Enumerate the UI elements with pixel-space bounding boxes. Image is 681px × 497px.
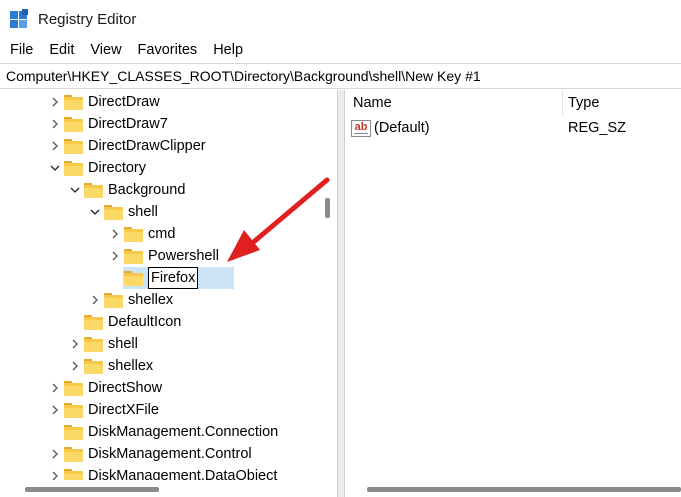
tree-item[interactable]: Powershell — [108, 245, 219, 267]
tree-item-label: Background — [108, 182, 186, 198]
menu-edit[interactable]: Edit — [41, 42, 82, 58]
address-path: Computer\HKEY_CLASSES_ROOT\Directory\Bac… — [6, 68, 481, 84]
folder-icon — [124, 248, 143, 264]
menu-favorites[interactable]: Favorites — [130, 42, 206, 58]
chevron-right-icon[interactable] — [88, 293, 102, 307]
folder-icon — [64, 424, 83, 440]
tree-item-label: shellex — [108, 358, 154, 374]
folder-icon — [84, 336, 103, 352]
chevron-right-icon[interactable] — [48, 95, 62, 109]
value-name: (Default) — [374, 120, 430, 136]
tree-item-label: DirectDrawClipper — [88, 138, 206, 154]
chevron-placeholder — [108, 271, 122, 285]
tree-item-label: cmd — [148, 226, 176, 242]
chevron-right-icon[interactable] — [68, 359, 82, 373]
folder-icon — [124, 226, 143, 242]
menu-bar: File Edit View Favorites Help — [0, 38, 681, 62]
folder-icon — [104, 204, 123, 220]
folder-icon — [84, 182, 103, 198]
pane-splitter[interactable] — [337, 90, 345, 497]
window-title: Registry Editor — [38, 10, 137, 28]
tree-item[interactable]: Directory — [48, 157, 146, 179]
chevron-down-icon[interactable] — [68, 183, 82, 197]
tree-item[interactable]: DiskManagement.Connection — [48, 421, 278, 443]
tree-item-label: shellex — [128, 292, 174, 308]
chevron-down-icon[interactable] — [88, 205, 102, 219]
tree-item[interactable]: DirectXFile — [48, 399, 159, 421]
tree-item[interactable]: shell — [68, 333, 138, 355]
tree-item[interactable]: shellex — [68, 355, 153, 377]
folder-icon — [84, 314, 103, 330]
chevron-right-icon[interactable] — [48, 447, 62, 461]
tree-item-label: shell — [128, 204, 158, 220]
rename-key-input[interactable]: Firefox — [148, 267, 199, 289]
folder-icon — [64, 160, 83, 176]
folder-icon — [64, 380, 83, 396]
string-value-icon: ab — [351, 119, 371, 137]
folder-icon — [64, 402, 83, 418]
list-horizontal-scroll-thumb[interactable] — [367, 487, 681, 492]
chevron-right-icon[interactable] — [108, 227, 122, 241]
tree-item-label: Directory — [88, 160, 147, 176]
folder-icon — [64, 116, 83, 132]
chevron-right-icon[interactable] — [48, 403, 62, 417]
tree-item-label: DiskManagement.Control — [88, 446, 252, 462]
tree-item-label: shell — [108, 336, 138, 352]
chevron-right-icon[interactable] — [108, 249, 122, 263]
folder-icon — [64, 138, 83, 154]
folder-icon — [64, 446, 83, 462]
folder-icon — [124, 270, 143, 286]
tree-item[interactable]: shellex — [88, 289, 173, 311]
tree-item-label: DirectXFile — [88, 402, 159, 418]
column-header-name[interactable]: Name — [353, 90, 392, 116]
chevron-right-icon[interactable] — [48, 117, 62, 131]
value-type-cell: REG_SZ — [568, 117, 626, 139]
title-bar: Registry Editor — [0, 0, 681, 38]
menu-view[interactable]: View — [82, 42, 129, 58]
tree-item[interactable]: cmd — [108, 223, 175, 245]
folder-icon — [84, 358, 103, 374]
tree-item[interactable]: DirectDraw7 — [48, 113, 168, 135]
tree-horizontal-scroll-thumb[interactable] — [25, 487, 159, 492]
chevron-right-icon[interactable] — [48, 139, 62, 153]
tree-item[interactable]: DefaultIcon — [68, 311, 181, 333]
tree-vertical-scrollbar[interactable] — [318, 90, 336, 485]
folder-icon — [64, 94, 83, 110]
value-type: REG_SZ — [568, 120, 627, 136]
tree-item-label: DirectDraw7 — [88, 116, 168, 132]
address-bar[interactable]: Computer\HKEY_CLASSES_ROOT\Directory\Bac… — [0, 63, 681, 89]
menu-file[interactable]: File — [2, 42, 41, 58]
tree-item[interactable]: Background — [68, 179, 185, 201]
tree-vertical-scroll-thumb[interactable] — [325, 198, 330, 218]
tree-item-label: DiskManagement.Connection — [88, 424, 279, 440]
chevron-placeholder — [68, 315, 82, 329]
column-header-type[interactable]: Type — [568, 90, 599, 116]
chevron-placeholder — [48, 425, 62, 439]
tree-item-label: DirectDraw — [88, 94, 160, 110]
folder-icon — [104, 292, 123, 308]
value-row[interactable]: ab (Default) — [351, 117, 430, 139]
tree-item-label: DefaultIcon — [108, 314, 182, 330]
column-separator[interactable] — [562, 90, 563, 116]
chevron-right-icon[interactable] — [68, 337, 82, 351]
tree-item-label: Powershell — [148, 248, 219, 264]
tree-item[interactable]: Firefox — [108, 267, 199, 289]
tree-item[interactable]: DiskManagement.Control — [48, 443, 252, 465]
chevron-down-icon[interactable] — [48, 161, 62, 175]
value-list: Name Type ab (Default) REG_SZ — [345, 90, 681, 497]
registry-editor-icon — [10, 9, 30, 29]
tree-item[interactable]: shell — [88, 201, 158, 223]
key-tree: DirectDraw DirectDraw7 DirectDrawClipper Di… — [0, 90, 337, 497]
menu-help[interactable]: Help — [205, 42, 251, 58]
chevron-right-icon[interactable] — [48, 381, 62, 395]
tree-item-label: DirectShow — [88, 380, 163, 396]
tree-item[interactable]: DirectDraw — [48, 91, 160, 113]
tree-item[interactable]: DirectShow — [48, 377, 162, 399]
tree-item[interactable]: DirectDrawClipper — [48, 135, 206, 157]
